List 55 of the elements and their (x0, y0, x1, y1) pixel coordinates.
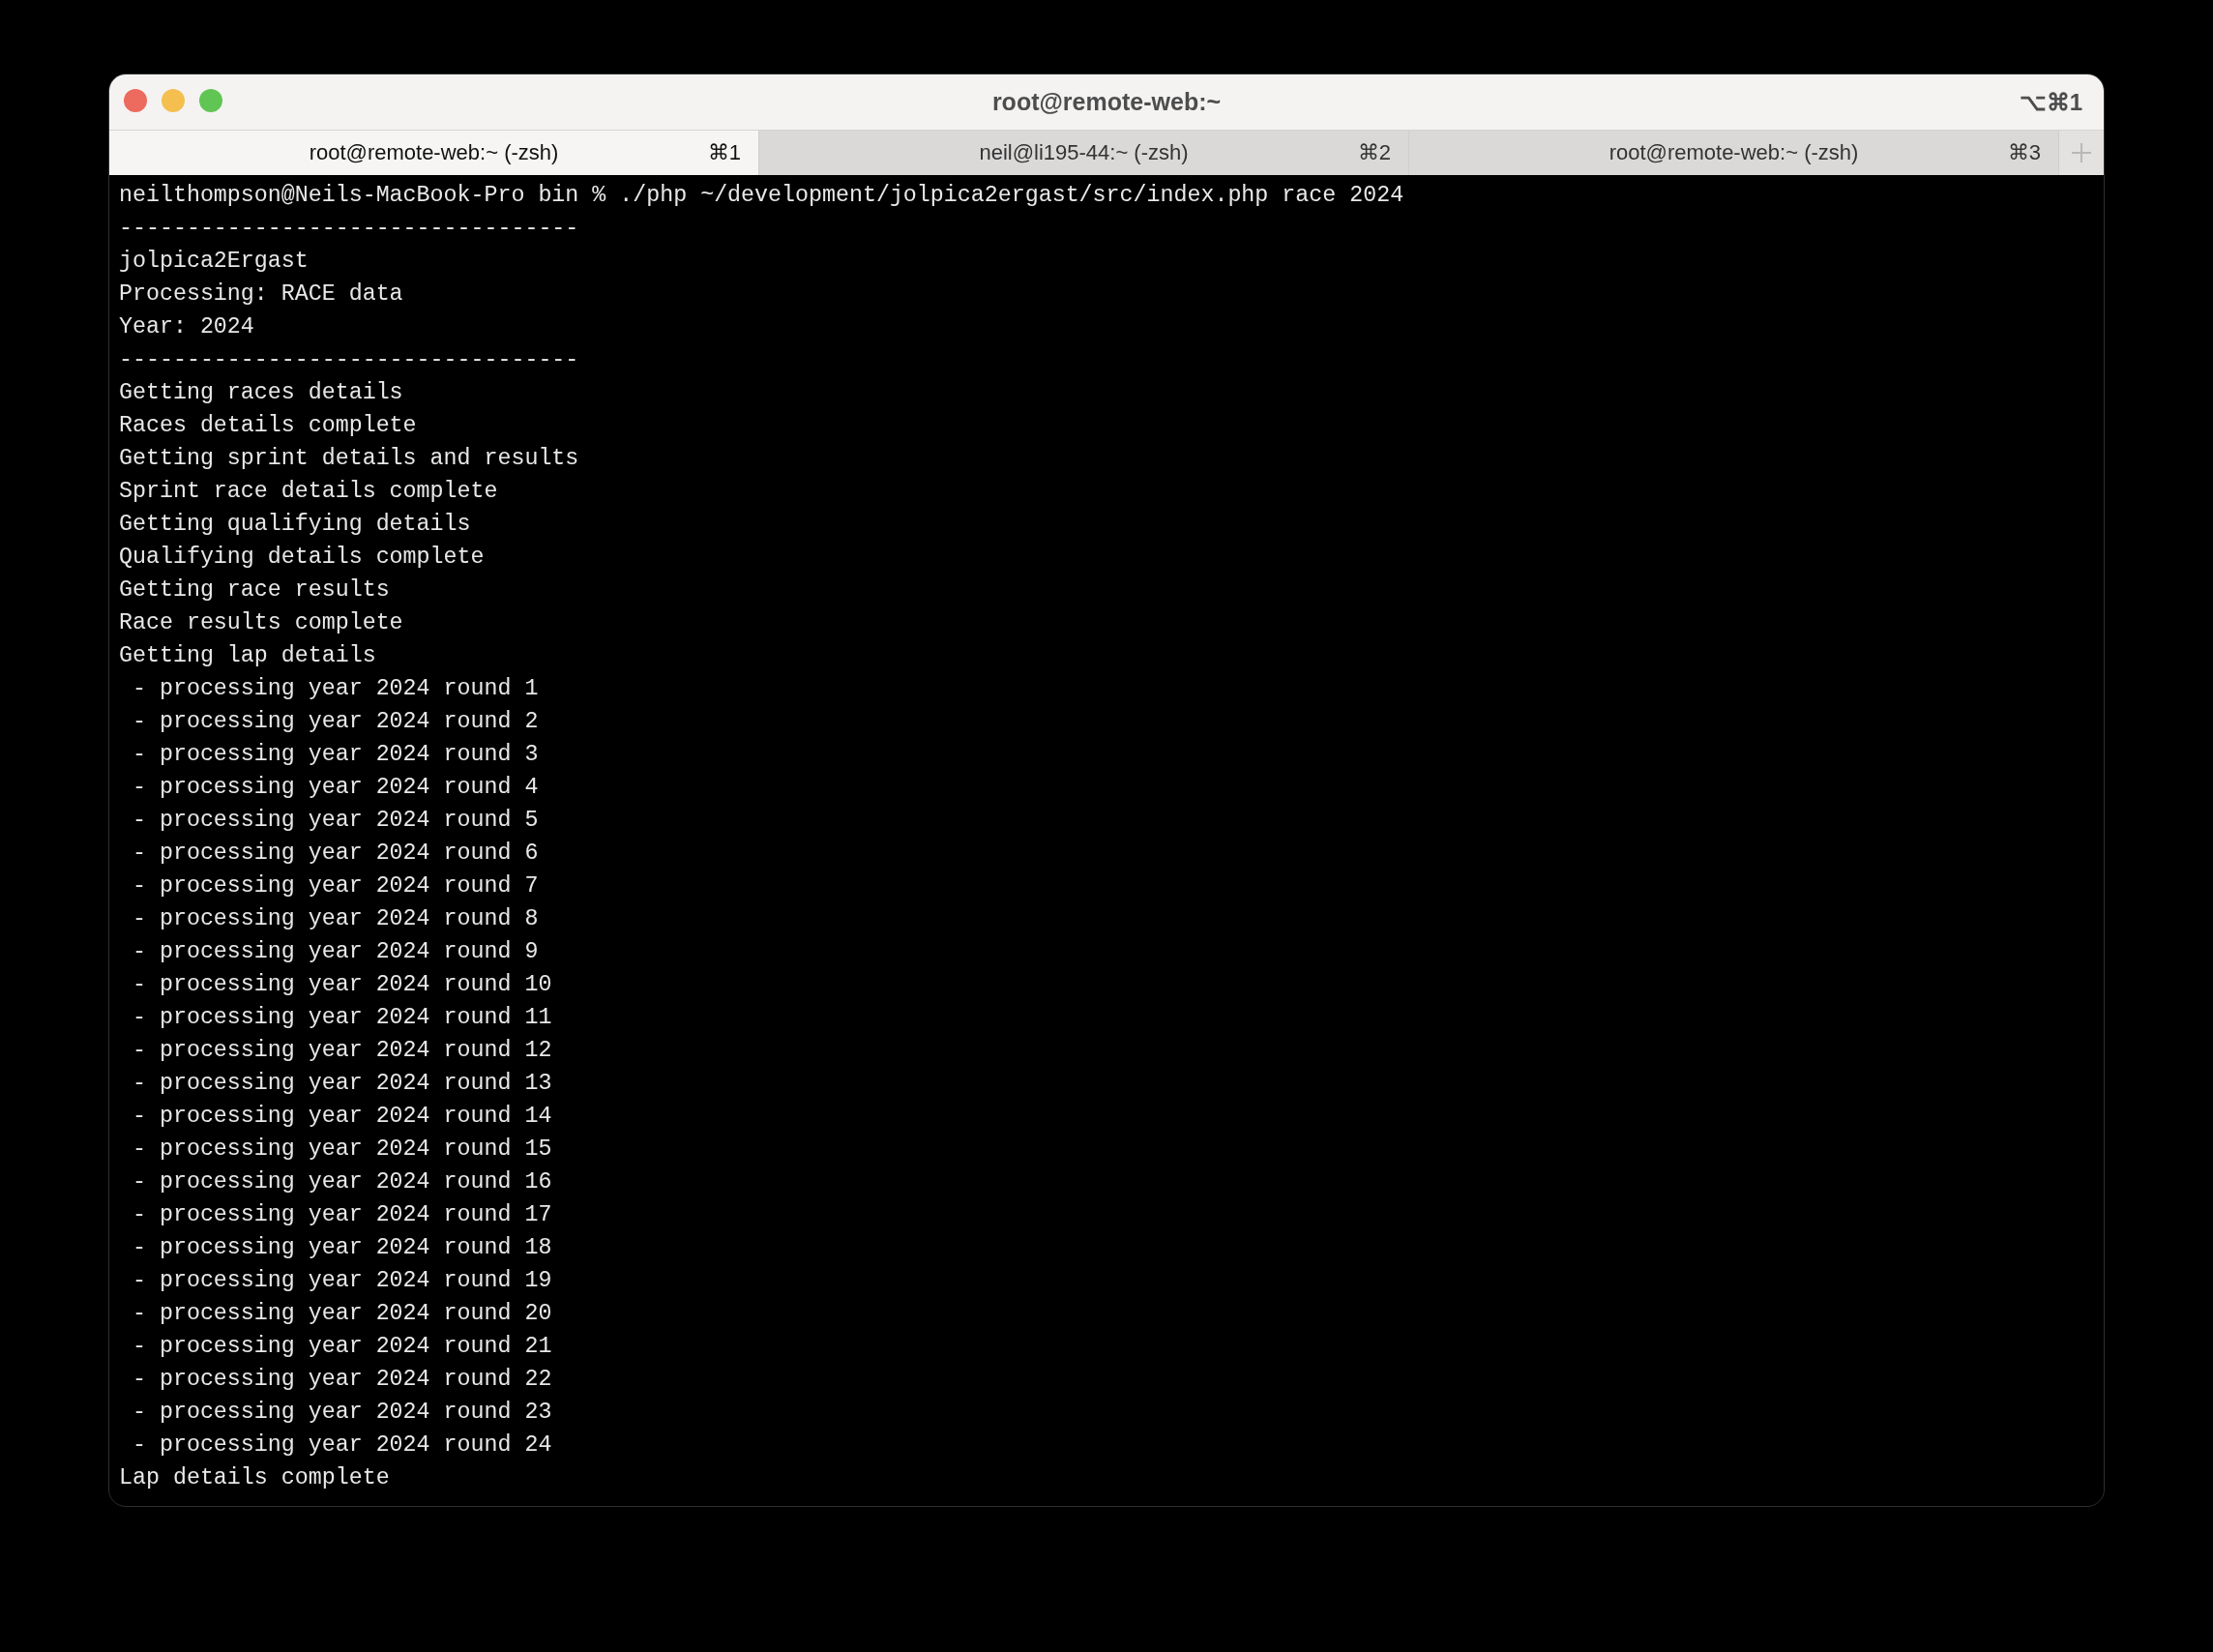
close-button[interactable] (124, 89, 147, 112)
terminal-line: - processing year 2024 round 11 (131, 1004, 552, 1032)
terminal-line: Sprint race details complete (119, 478, 498, 506)
terminal-line: ---------------------------------- (119, 215, 579, 243)
terminal-line: - processing year 2024 round 19 (131, 1267, 552, 1295)
terminal-line: - processing year 2024 round 2 (131, 708, 539, 736)
terminal-line: Race results complete (119, 609, 403, 637)
tab-shortcut: ⌘3 (2007, 140, 2041, 165)
terminal-line: - processing year 2024 round 7 (131, 872, 539, 900)
terminal-line: - processing year 2024 round 13 (131, 1070, 552, 1098)
terminal-line: neilthompson@Neils-MacBook-Pro bin % ./php ~/development/jolpica2ergast/src/index.php race 2024 (119, 182, 1404, 210)
tab-shortcut: ⌘2 (1357, 140, 1391, 165)
terminal-line: - processing year 2024 round 8 (131, 905, 539, 933)
tab-label: root@remote-web:~ (-zsh) (1608, 140, 1859, 165)
terminal-line: - processing year 2024 round 10 (131, 971, 552, 999)
terminal-line: Getting lap details (119, 642, 376, 670)
terminal-line: - processing year 2024 round 4 (131, 774, 539, 802)
terminal-line: Getting qualifying details (119, 511, 471, 539)
terminal-line: Getting sprint details and results (119, 445, 579, 473)
tab[interactable]: root@remote-web:~ (-zsh) ⌘1 (109, 131, 759, 175)
plus-icon (2071, 142, 2092, 163)
terminal-line: Processing: RACE data (119, 280, 403, 309)
terminal-line: Qualifying details complete (119, 544, 485, 572)
terminal-line: - processing year 2024 round 9 (131, 938, 539, 966)
terminal-line: - processing year 2024 round 5 (131, 807, 539, 835)
terminal-line: - processing year 2024 round 24 (131, 1431, 552, 1460)
tab-label: neil@li195-44:~ (-zsh) (979, 140, 1189, 165)
terminal-line: - processing year 2024 round 16 (131, 1168, 552, 1196)
window-title: root@remote-web:~ (991, 88, 1222, 116)
terminal-line: - processing year 2024 round 23 (131, 1399, 552, 1427)
terminal-line: Year: 2024 (119, 313, 254, 341)
terminal-line: - processing year 2024 round 1 (131, 675, 539, 703)
terminal-line: - processing year 2024 round 14 (131, 1103, 552, 1131)
tab-label: root@remote-web:~ (-zsh) (309, 140, 559, 165)
terminal-line: - processing year 2024 round 18 (131, 1234, 552, 1262)
terminal-line: - processing year 2024 round 6 (131, 840, 539, 868)
terminal-line: - processing year 2024 round 20 (131, 1300, 552, 1328)
terminal-line: Getting races details (119, 379, 403, 407)
tab-shortcut: ⌘1 (707, 140, 741, 165)
terminal-line: - processing year 2024 round 17 (131, 1201, 552, 1229)
terminal-line: - processing year 2024 round 15 (131, 1136, 552, 1164)
zoom-button[interactable] (199, 89, 222, 112)
terminal-line: - processing year 2024 round 21 (131, 1333, 552, 1361)
terminal-line: ---------------------------------- (119, 346, 579, 374)
minimize-button[interactable] (162, 89, 185, 112)
terminal-line: Getting race results (119, 576, 390, 605)
terminal-line: - processing year 2024 round 12 (131, 1037, 552, 1065)
terminal-line: Lap details complete (119, 1464, 390, 1492)
terminal-line: - processing year 2024 round 22 (131, 1366, 552, 1394)
terminal-line: Races details complete (119, 412, 417, 440)
terminal-line: jolpica2Ergast (119, 248, 309, 276)
tab[interactable]: neil@li195-44:~ (-zsh) ⌘2 (759, 131, 1409, 175)
window-shortcut: ⌥⌘1 (2019, 88, 2082, 116)
tab[interactable]: root@remote-web:~ (-zsh) ⌘3 (1409, 131, 2059, 175)
terminal-line: - processing year 2024 round 3 (131, 741, 539, 769)
